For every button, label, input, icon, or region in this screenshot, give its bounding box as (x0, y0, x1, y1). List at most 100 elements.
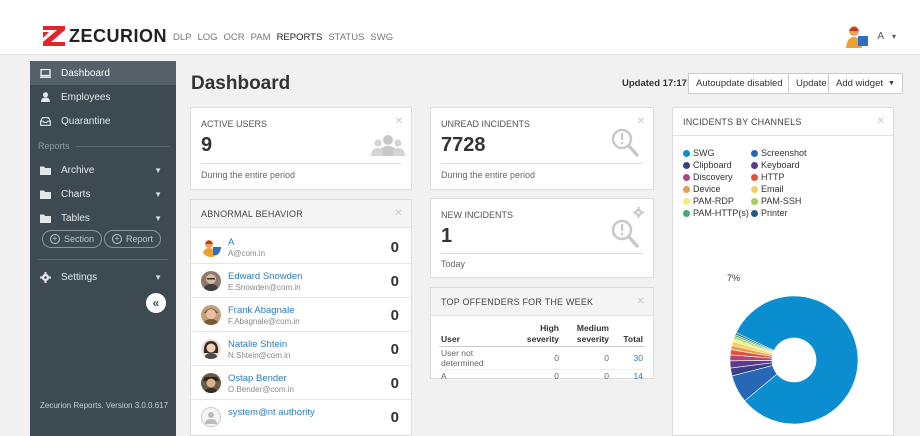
sidebar-item-dashboard[interactable]: Dashboard (30, 61, 176, 85)
sidebar-divider (38, 259, 168, 260)
autoupdate-label: Autoupdate disabled (696, 78, 783, 89)
anomaly-count: 0 (390, 239, 399, 256)
nav-reports[interactable]: REPORTS (277, 32, 323, 43)
user-link[interactable]: system@nt authority (228, 407, 315, 418)
table-row[interactable]: User not determined 0 0 30 (439, 346, 645, 370)
cell-user: User not determined (439, 346, 511, 370)
column-header-user[interactable]: User (439, 322, 511, 347)
close-icon[interactable]: ✕ (394, 208, 403, 219)
add-widget-dropdown[interactable]: Add widget ▼ (828, 73, 903, 94)
user-link[interactable]: Frank Abagnale (228, 305, 295, 316)
nav-log[interactable]: LOG (197, 32, 217, 43)
close-icon[interactable]: ✕ (395, 116, 403, 127)
widget-abnormal-behavior: ABNORMAL BEHAVIOR ✕ A A@com.in 0 Edward … (190, 199, 412, 436)
gear-icon (40, 271, 51, 283)
chevron-down-icon: ▼ (154, 272, 162, 282)
avatar (201, 237, 221, 257)
widget-title: TOP OFFENDERS FOR THE WEEK (441, 296, 594, 307)
nav-dlp[interactable]: DLP (173, 32, 191, 43)
update-label: Update (796, 78, 827, 89)
user-email: F.Abagnale@com.in (228, 317, 300, 326)
sidebar-item-tables[interactable]: Tables ▼ (30, 206, 176, 230)
add-report-button[interactable]: + Report (104, 230, 162, 248)
sidebar-item-label: Employees (61, 91, 111, 103)
cell-user: A (439, 369, 511, 383)
collapse-sidebar-button[interactable]: « (146, 293, 166, 313)
autoupdate-dropdown[interactable]: Autoupdate disabled ▼ (688, 73, 803, 94)
column-header-medium[interactable]: Medium severity (561, 322, 611, 347)
sidebar-item-settings[interactable]: Settings ▼ (30, 265, 176, 289)
column-header-total[interactable]: Total (611, 322, 645, 347)
add-widget-label: Add widget (836, 78, 884, 89)
user-caret-icon: ▾ (891, 31, 896, 41)
sidebar-item-label: Dashboard (61, 67, 110, 79)
anomaly-count: 0 (390, 375, 399, 392)
sidebar-item-quarantine[interactable]: Quarantine (30, 109, 176, 133)
avatar (201, 373, 221, 393)
nav-swg[interactable]: SWG (370, 32, 393, 43)
table-row[interactable]: A 0 0 14 (439, 369, 645, 383)
plus-icon: + (50, 234, 60, 244)
widget-top-offenders: TOP OFFENDERS FOR THE WEEK ✕ User High s… (430, 287, 654, 383)
user-photo-icon (201, 373, 221, 393)
plus-icon: + (112, 234, 122, 244)
list-item[interactable]: Ostap Bender O.Bender@com.in 0 (191, 366, 411, 400)
widget-unread-incidents: UNREAD INCIDENTS ✕ 7728 During the entir… (430, 107, 654, 190)
widget-divider (441, 253, 643, 254)
sidebar-item-charts[interactable]: Charts ▼ (30, 182, 176, 206)
list-item[interactable]: system@nt authority 0 (191, 400, 411, 434)
list-item[interactable]: Natalie Shtein N.Shtein@com.in 0 (191, 332, 411, 366)
user-menu[interactable]: A ▾ (845, 24, 896, 48)
nav-ocr[interactable]: OCR (224, 32, 245, 43)
close-icon[interactable]: ✕ (637, 116, 645, 127)
folder-icon (40, 214, 51, 223)
list-item[interactable]: A A@com.in 0 (191, 230, 411, 264)
top-navigation: DLP LOG OCR PAM REPORTS STATUS SWG (173, 32, 393, 43)
user-link[interactable]: A (228, 237, 234, 248)
widget-incidents-by-channels: INCIDENTS BY CHANNELS ✕ SWG Screenshot Cli… (672, 107, 894, 436)
user-email: N.Shtein@com.in (228, 351, 291, 360)
widget-divider (441, 163, 643, 164)
users-group-icon (371, 135, 405, 156)
sidebar-section-reports: Reports (38, 141, 170, 151)
column-header-high[interactable]: High severity (511, 322, 561, 347)
add-section-button[interactable]: + Section (42, 230, 103, 248)
user-avatar-icon (846, 26, 869, 48)
user-link[interactable]: Edward Snowden (228, 271, 302, 282)
list-item[interactable]: Frank Abagnale F.Abagnale@com.in 0 (191, 298, 411, 332)
monitor-icon (40, 68, 51, 78)
page-title: Dashboard (191, 73, 291, 94)
widget-header: TOP OFFENDERS FOR THE WEEK ✕ (431, 288, 653, 316)
sidebar-item-label: Tables (61, 212, 90, 224)
sidebar-item-label: Quarantine (61, 115, 111, 127)
section-divider (75, 145, 170, 147)
tray-icon (40, 116, 51, 126)
magnifier-alert-icon (611, 219, 639, 248)
user-email: E.Snowden@com.in (228, 283, 301, 292)
brand-name: ZECURION (69, 25, 167, 46)
nav-status[interactable]: STATUS (328, 32, 364, 43)
user-email: O.Bender@com.in (228, 385, 294, 394)
new-incidents-value: 1 (441, 225, 453, 247)
list-item[interactable]: Edward Snowden E.Snowden@com.in 0 (191, 264, 411, 298)
user-link[interactable]: Ostap Bender (228, 373, 287, 384)
gear-icon[interactable] (633, 207, 644, 218)
cell-high: 0 (511, 346, 561, 370)
folder-icon (40, 190, 51, 199)
sidebar-item-employees[interactable]: Employees (30, 85, 176, 109)
brand-logo[interactable]: ZECURION (43, 25, 167, 47)
user-photo-icon (201, 339, 221, 359)
version-text: Zecurion Reports. Version 3.0.0.617 (40, 401, 169, 410)
cell-total-link[interactable]: 30 (611, 346, 645, 370)
chevron-down-icon: ▼ (888, 80, 895, 87)
user-link[interactable]: Natalie Shtein (228, 339, 287, 350)
cell-total-link[interactable]: 14 (611, 369, 645, 383)
close-icon[interactable]: ✕ (636, 296, 645, 307)
sidebar: Dashboard Employees Quarantine Reports A… (30, 61, 176, 436)
section-title: Reports (38, 141, 70, 151)
widget-title: ACTIVE USERS (201, 119, 268, 129)
sidebar-item-archive[interactable]: Archive ▼ (30, 158, 176, 182)
widget-new-incidents: NEW INCIDENTS 1 Today (430, 198, 654, 278)
nav-pam[interactable]: PAM (251, 32, 271, 43)
user-avatar-icon (201, 237, 221, 257)
